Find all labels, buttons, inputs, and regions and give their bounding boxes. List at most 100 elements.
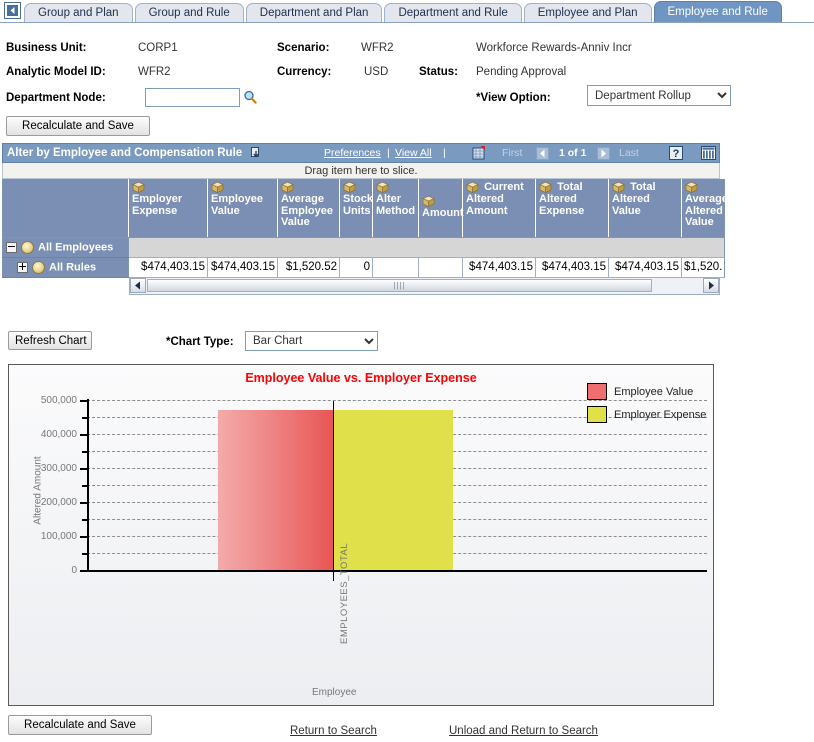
y-tick-mark-minor [82,519,88,521]
preferences-link[interactable]: Preferences [324,147,381,159]
tree-node-all-employees[interactable]: All Employees [2,237,129,258]
grid-header-employer-expense[interactable]: Employer Expense [128,179,208,238]
grid-header-stock-units[interactable]: Stock Units [339,179,373,238]
tab-department-and-rule[interactable]: Department and Rule [384,3,522,22]
scenario-value: WFR2 [361,42,394,54]
y-tick-mark [80,434,88,436]
bar-employer-expense[interactable] [333,410,453,571]
view-option-label: *View Option: [476,92,551,104]
tab-employee-and-rule[interactable]: Employee and Rule [653,1,782,22]
tab-list: Group and Plan Group and Rule Department… [24,0,784,22]
cell-total-altered-expense[interactable]: $474,403.15 [535,257,609,278]
cell-total-altered-value[interactable]: $474,403.15 [608,257,682,278]
status-value: Pending Approval [476,66,567,78]
cell-alter-method[interactable] [372,257,419,278]
view-all-link[interactable]: View All [395,147,432,159]
collapse-toggle-icon[interactable] [6,241,17,253]
next-page-icon[interactable] [597,147,610,163]
last-page-label[interactable]: Last [619,147,639,159]
tab-department-and-plan[interactable]: Department and Plan [245,3,383,22]
grid-header-alter-method[interactable]: Alter Method [372,179,419,238]
row-empty-area [128,237,725,258]
analytic-model-label: Analytic Model ID: [6,66,106,78]
grid-header-total-altered-expense[interactable]: Total Altered Expense [535,179,609,238]
y-tick-mark [80,502,88,504]
slice-drop-hint[interactable]: Drag item here to slice. [2,163,720,179]
business-unit-value: CORP1 [138,42,178,54]
grid-panel: Alter by Employee and Compensation Rule … [2,143,728,295]
grid-header-label: Stock Units [343,193,373,217]
y-tick-mark-minor [82,485,88,487]
grid-title-bar: Alter by Employee and Compensation Rule … [2,143,720,163]
grid-header-amount[interactable]: Amount [418,179,464,238]
tab-employee-and-plan[interactable]: Employee and Plan [523,3,652,22]
cell-employee-value[interactable]: $474,403.15 [207,257,278,278]
grid-header-current-altered-amount[interactable]: Current Altered Amount [462,179,536,238]
tab-group-and-plan[interactable]: Group and Plan [24,3,133,22]
scroll-left-icon[interactable] [130,277,146,293]
tab-bar: Group and Plan Group and Rule Department… [0,0,814,23]
legend-swatch-icon [587,406,607,423]
svg-text:?: ? [673,148,680,160]
cell-amount[interactable] [418,257,463,278]
refresh-chart-button[interactable]: Refresh Chart [8,331,92,350]
table-row[interactable]: All Rules $474,403.15 $474,403.15 $1,520… [2,257,725,278]
magnifier-icon[interactable] [243,90,257,104]
analytic-model-value: WFR2 [138,66,171,78]
chart-type-label: *Chart Type: [166,336,234,348]
y-tick-label: 0 [71,565,77,576]
legend-label: Employer Expense [614,408,707,421]
scenario-description: Workforce Rewards-Anniv Incr [476,42,632,54]
help-icon[interactable]: ? [669,146,683,163]
grid-header-average-employee-value[interactable]: Average Employee Value [277,179,340,238]
cell-stock-units[interactable]: 0 [339,257,373,278]
y-tick-label: 100,000 [40,531,77,542]
y-tick-mark [80,536,88,538]
grid-header-label: Amount [422,207,464,219]
y-tick-mark-minor [82,417,88,419]
node-radio-icon[interactable] [32,260,45,274]
grid-title-text: Alter by Employee and Compensation Rule [7,147,243,159]
scroll-right-icon[interactable] [703,277,719,293]
tree-node-all-rules[interactable]: All Rules [2,257,129,278]
grid-separator-2: | [443,147,446,159]
grid-header-label: Employee Value [211,193,263,217]
grid-header-employee-value[interactable]: Employee Value [207,179,278,238]
cell-employer-expense[interactable]: $474,403.15 [128,257,208,278]
data-grid: Employer Expense Employee Value Average … [2,179,728,278]
tree-node-label: All Employees [38,241,114,253]
grid-header-total-altered-value[interactable]: Total Altered Value [608,179,682,238]
expand-toggle-icon[interactable] [17,261,28,273]
node-radio-icon[interactable] [21,240,34,254]
chart-x-axis-label: Employee [312,687,357,698]
grid-horizontal-scrollbar[interactable]: |||| [129,277,720,295]
bar-employee-value[interactable] [218,410,333,571]
grid-header-row: Employer Expense Employee Value Average … [2,179,728,238]
table-row[interactable]: All Employees [2,237,725,258]
cell-average-employee-value[interactable]: $1,520.52 [277,257,340,278]
tab-group-and-rule[interactable]: Group and Rule [134,3,244,22]
find-icon[interactable] [472,146,486,164]
previous-page-icon[interactable] [536,147,549,163]
unload-and-return-to-search-link[interactable]: Unload and Return to Search [449,725,598,737]
currency-label: Currency: [277,66,332,78]
page-counter: 1 of 1 [559,147,587,159]
y-tick-label: 400,000 [40,429,77,440]
recalculate-and-save-bottom-button[interactable]: Recalculate and Save [8,715,152,735]
view-option-select[interactable]: Department Rollup [587,85,731,106]
recalculate-and-save-top-button[interactable]: Recalculate and Save [6,116,150,136]
department-node-input[interactable] [145,88,240,107]
return-to-search-link[interactable]: Return to Search [290,725,377,737]
department-node-label: Department Node: [6,92,106,104]
first-page-label[interactable]: First [502,147,522,159]
grid-header-average-altered-value[interactable]: Average Altered Value [681,179,728,238]
y-tick-label: 300,000 [40,463,77,474]
personalize-grid-icon[interactable] [701,146,716,163]
chart-type-select[interactable]: Bar Chart [245,331,378,351]
download-to-excel-icon[interactable] [251,147,263,163]
back-arrow-icon[interactable] [4,2,21,19]
scrollbar-thumb[interactable]: |||| [147,278,652,292]
cell-average-altered-value[interactable]: $1,520. [681,257,725,278]
x-axis-line [87,570,707,572]
cell-current-altered-amount[interactable]: $474,403.15 [462,257,536,278]
